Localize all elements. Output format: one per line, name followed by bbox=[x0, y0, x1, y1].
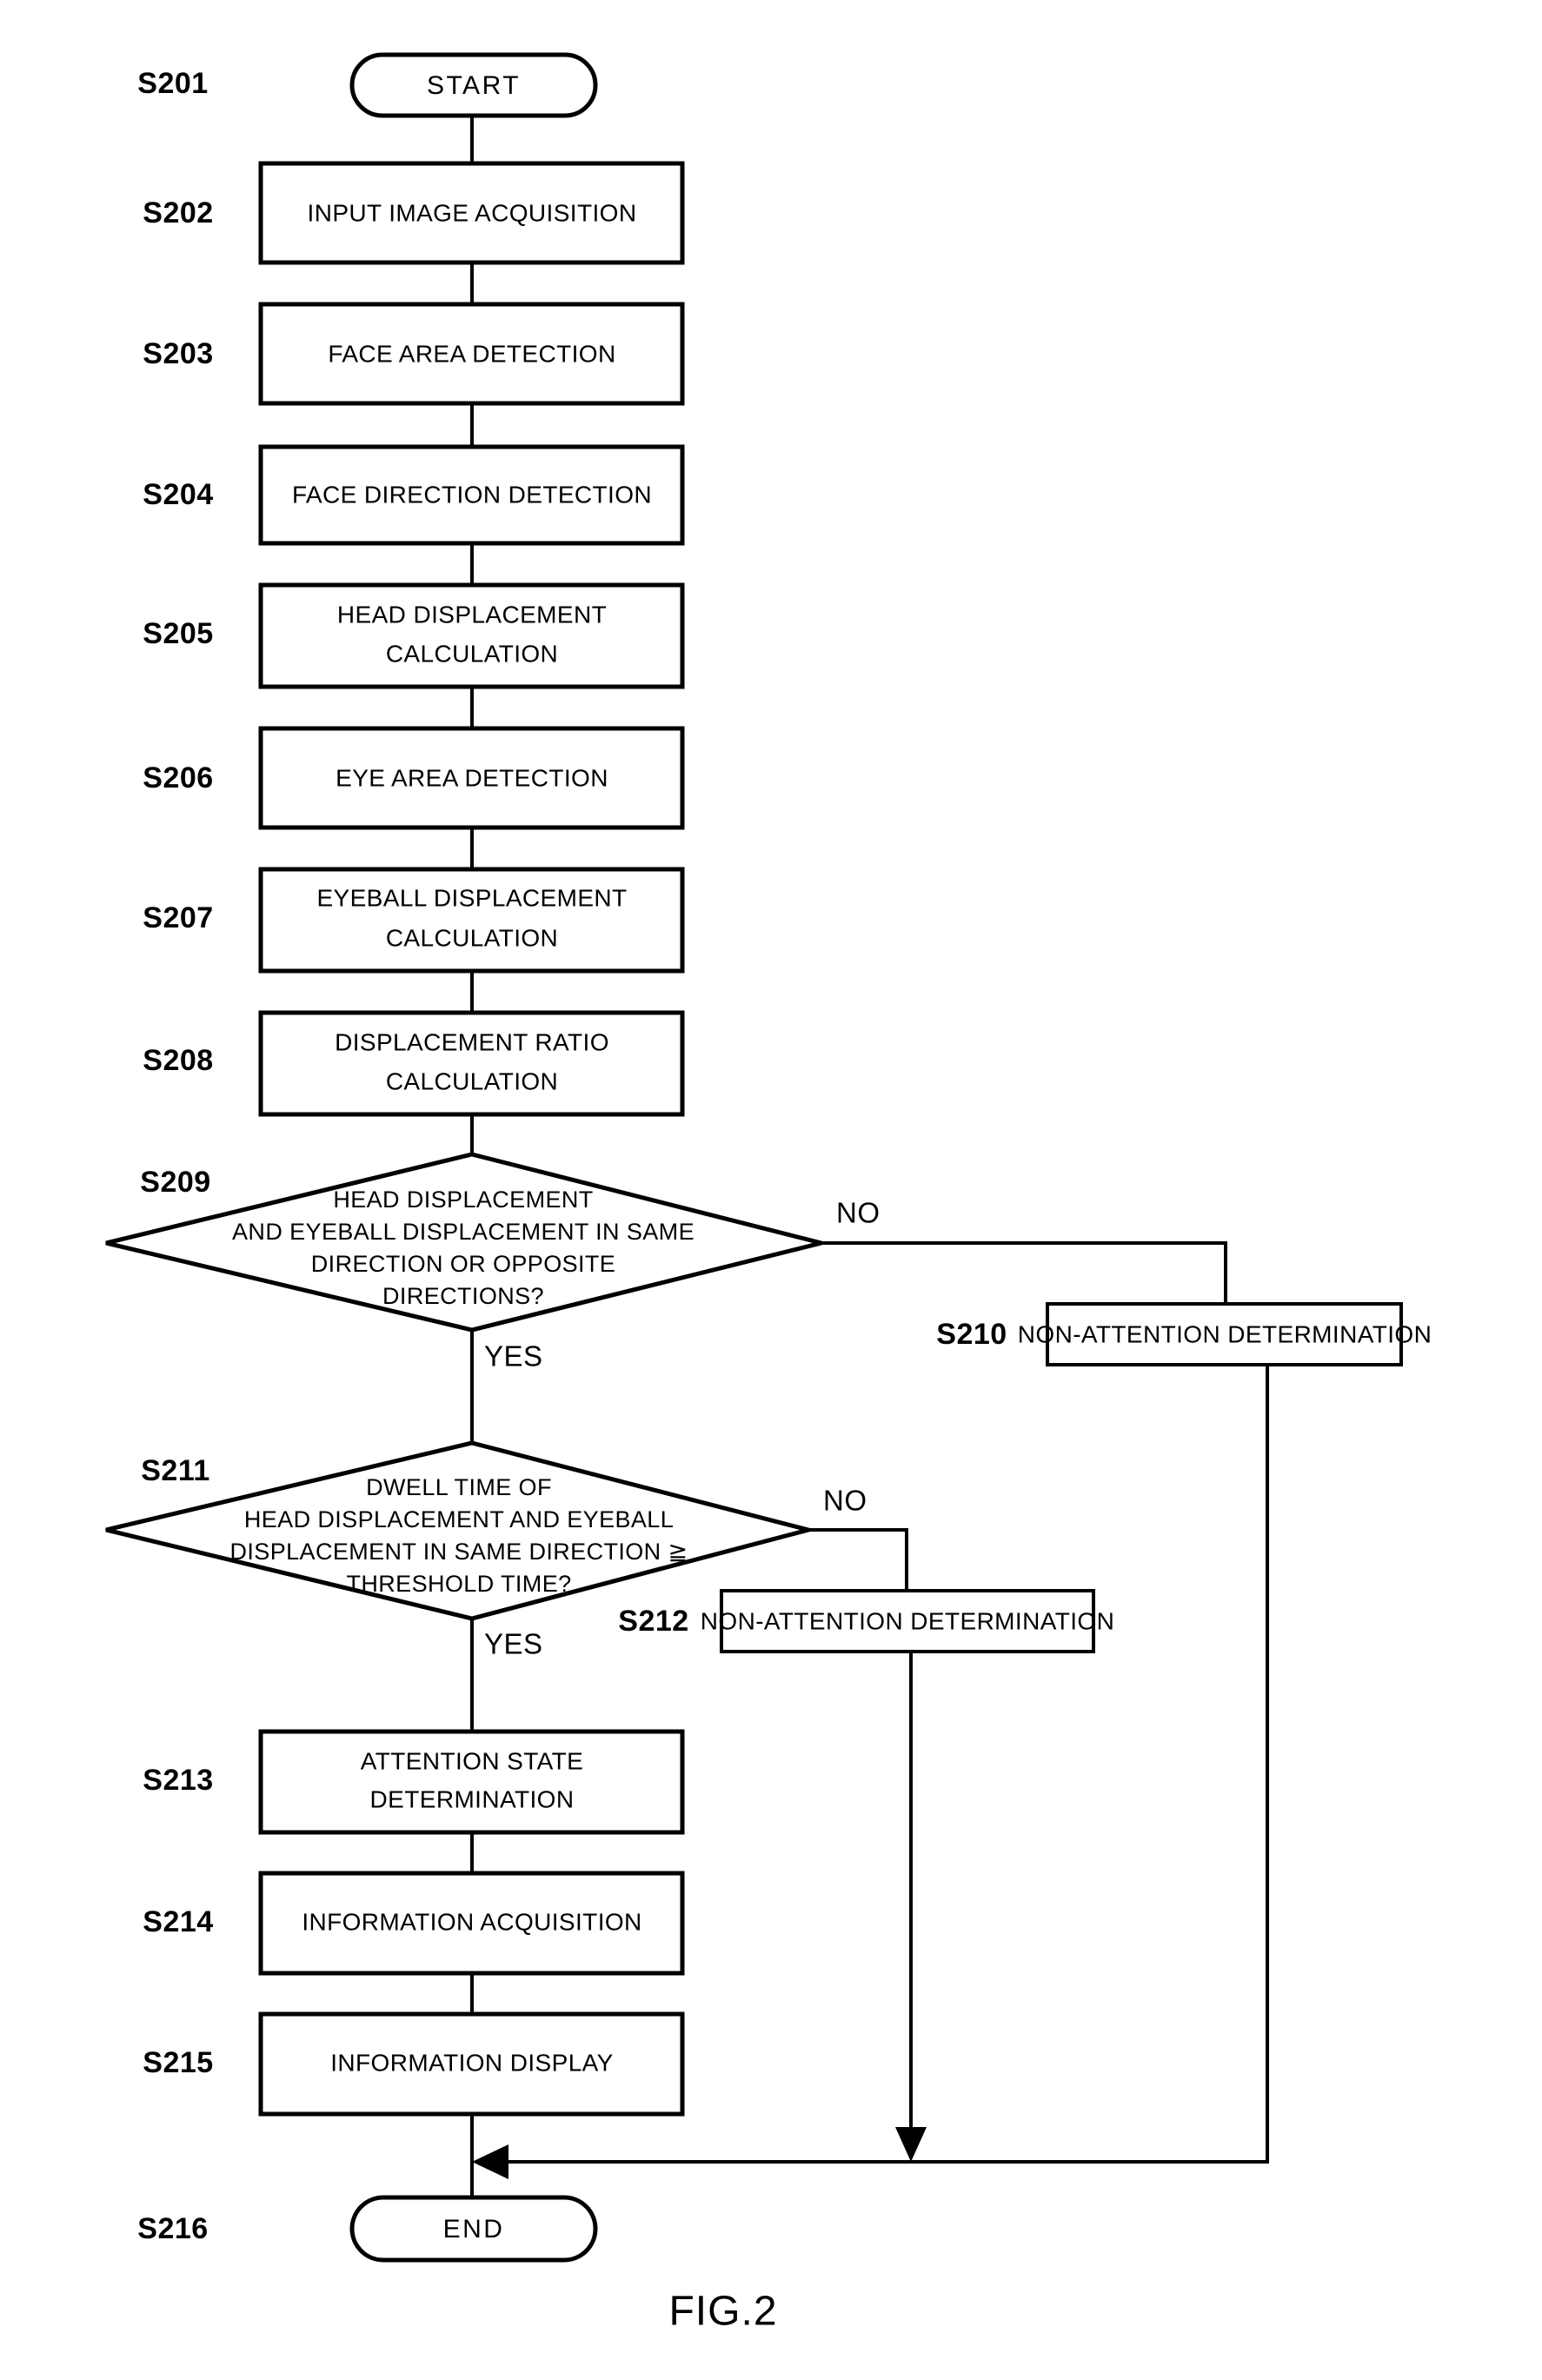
node-s202-input-image-acquisition[interactable]: INPUT IMAGE ACQUISITION bbox=[258, 161, 685, 265]
figure-page: START S201 INPUT IMAGE ACQUISITION S202 … bbox=[0, 0, 1542, 2380]
step-label-s205: S205 bbox=[143, 617, 213, 650]
decision-s209-label-line3: DIRECTION OR OPPOSITE bbox=[311, 1251, 615, 1277]
terminator-end-label: END bbox=[443, 2215, 505, 2244]
step-label-s206: S206 bbox=[143, 761, 213, 794]
step-label-s207: S207 bbox=[143, 901, 213, 934]
process-s210-label: NON-ATTENTION DETERMINATION bbox=[1018, 1320, 1432, 1347]
step-label-s214: S214 bbox=[143, 1905, 213, 1938]
decision-s209-label-line1: HEAD DISPLACEMENT bbox=[333, 1187, 593, 1213]
node-s205-head-displacement-calculation[interactable]: HEAD DISPLACEMENT CALCULATION bbox=[258, 582, 685, 689]
process-s207-label-line2: CALCULATION bbox=[386, 924, 558, 951]
process-s203-label: FACE AREA DETECTION bbox=[328, 340, 615, 367]
decision-s209-label-line2: AND EYEBALL DISPLACEMENT IN SAME bbox=[232, 1219, 695, 1245]
connector-s209-no-s210 bbox=[821, 1241, 1227, 1304]
decision-s211-label-line4: THRESHOLD TIME? bbox=[346, 1571, 571, 1597]
process-s207-label-line1: EYEBALL DISPLACEMENT bbox=[316, 884, 627, 911]
branch-label-s211-yes: YES bbox=[484, 1628, 543, 1660]
terminator-start-label: START bbox=[427, 71, 521, 100]
process-s204-label: FACE DIRECTION DETECTION bbox=[292, 481, 652, 508]
process-s206-label: EYE AREA DETECTION bbox=[336, 764, 608, 791]
process-s213-label-line2: DETERMINATION bbox=[370, 1785, 575, 1812]
step-label-s212: S212 bbox=[618, 1605, 688, 1638]
step-label-s211: S211 bbox=[141, 1454, 210, 1487]
node-s216-end[interactable]: END bbox=[349, 2195, 598, 2263]
process-s213-shape bbox=[258, 1729, 685, 1835]
decision-s209-label-line4: DIRECTIONS? bbox=[382, 1283, 544, 1309]
node-s203-face-area-detection[interactable]: FACE AREA DETECTION bbox=[258, 302, 685, 406]
process-s208-label-line2: CALCULATION bbox=[386, 1067, 558, 1094]
process-s205-label-line1: HEAD DISPLACEMENT bbox=[337, 601, 607, 628]
branch-label-s209-no: NO bbox=[836, 1197, 881, 1229]
branch-label-s211-no: NO bbox=[823, 1485, 867, 1517]
node-s215-information-display[interactable]: INFORMATION DISPLAY bbox=[258, 2011, 685, 2117]
arrowhead-s212-down bbox=[895, 2127, 927, 2162]
flowchart-canvas: START S201 INPUT IMAGE ACQUISITION S202 … bbox=[105, 52, 1432, 2335]
decision-s211-label-line2: HEAD DISPLACEMENT AND EYEBALL bbox=[244, 1506, 674, 1532]
node-s213-attention-state-determination[interactable]: ATTENTION STATE DETERMINATION bbox=[258, 1729, 685, 1835]
step-label-s210: S210 bbox=[936, 1318, 1007, 1351]
process-s205-label-line2: CALCULATION bbox=[386, 640, 558, 667]
node-s210-non-attention-determination[interactable]: NON-ATTENTION DETERMINATION bbox=[1018, 1302, 1432, 1366]
node-s209-decision[interactable]: HEAD DISPLACEMENT AND EYEBALL DISPLACEME… bbox=[105, 1152, 822, 1333]
step-label-s202: S202 bbox=[143, 196, 213, 229]
decision-s211-label-line1: DWELL TIME OF bbox=[366, 1474, 552, 1500]
step-label-s201: S201 bbox=[137, 67, 208, 100]
node-s204-face-direction-detection[interactable]: FACE DIRECTION DETECTION bbox=[258, 444, 685, 546]
node-s214-information-acquisition[interactable]: INFORMATION ACQUISITION bbox=[258, 1871, 685, 1976]
step-label-s215: S215 bbox=[143, 2046, 213, 2079]
process-s215-label: INFORMATION DISPLAY bbox=[330, 2049, 614, 2076]
process-s213-label-line1: ATTENTION STATE bbox=[361, 1747, 583, 1774]
node-s208-displacement-ratio-calculation[interactable]: DISPLACEMENT RATIO CALCULATION bbox=[258, 1010, 685, 1117]
arrowhead-merge-left bbox=[472, 2144, 508, 2179]
node-s206-eye-area-detection[interactable]: EYE AREA DETECTION bbox=[258, 726, 685, 830]
process-s214-label: INFORMATION ACQUISITION bbox=[302, 1908, 641, 1935]
node-s201-start[interactable]: START bbox=[349, 52, 598, 118]
connector-s211-no-s212 bbox=[808, 1528, 908, 1591]
node-s207-eyeball-displacement-calculation[interactable]: EYEBALL DISPLACEMENT CALCULATION bbox=[258, 867, 685, 974]
step-label-s204: S204 bbox=[143, 478, 213, 511]
process-s202-label: INPUT IMAGE ACQUISITION bbox=[308, 199, 637, 226]
branch-label-s209-yes: YES bbox=[484, 1340, 543, 1373]
step-label-s203: S203 bbox=[143, 337, 213, 370]
process-s208-label-line1: DISPLACEMENT RATIO bbox=[335, 1028, 609, 1055]
step-label-s209: S209 bbox=[140, 1166, 210, 1199]
figure-caption: FIG.2 bbox=[668, 2289, 777, 2335]
step-label-s208: S208 bbox=[143, 1044, 213, 1077]
step-label-s216: S216 bbox=[137, 2212, 208, 2245]
step-label-s213: S213 bbox=[143, 1764, 213, 1797]
node-s211-decision[interactable]: DWELL TIME OF HEAD DISPLACEMENT AND EYEB… bbox=[105, 1440, 817, 1621]
decision-s211-label-line3: DISPLACEMENT IN SAME DIRECTION ≧ bbox=[230, 1539, 688, 1565]
node-s212-non-attention-determination[interactable]: NON-ATTENTION DETERMINATION bbox=[701, 1589, 1114, 1653]
process-s212-label: NON-ATTENTION DETERMINATION bbox=[701, 1607, 1114, 1634]
